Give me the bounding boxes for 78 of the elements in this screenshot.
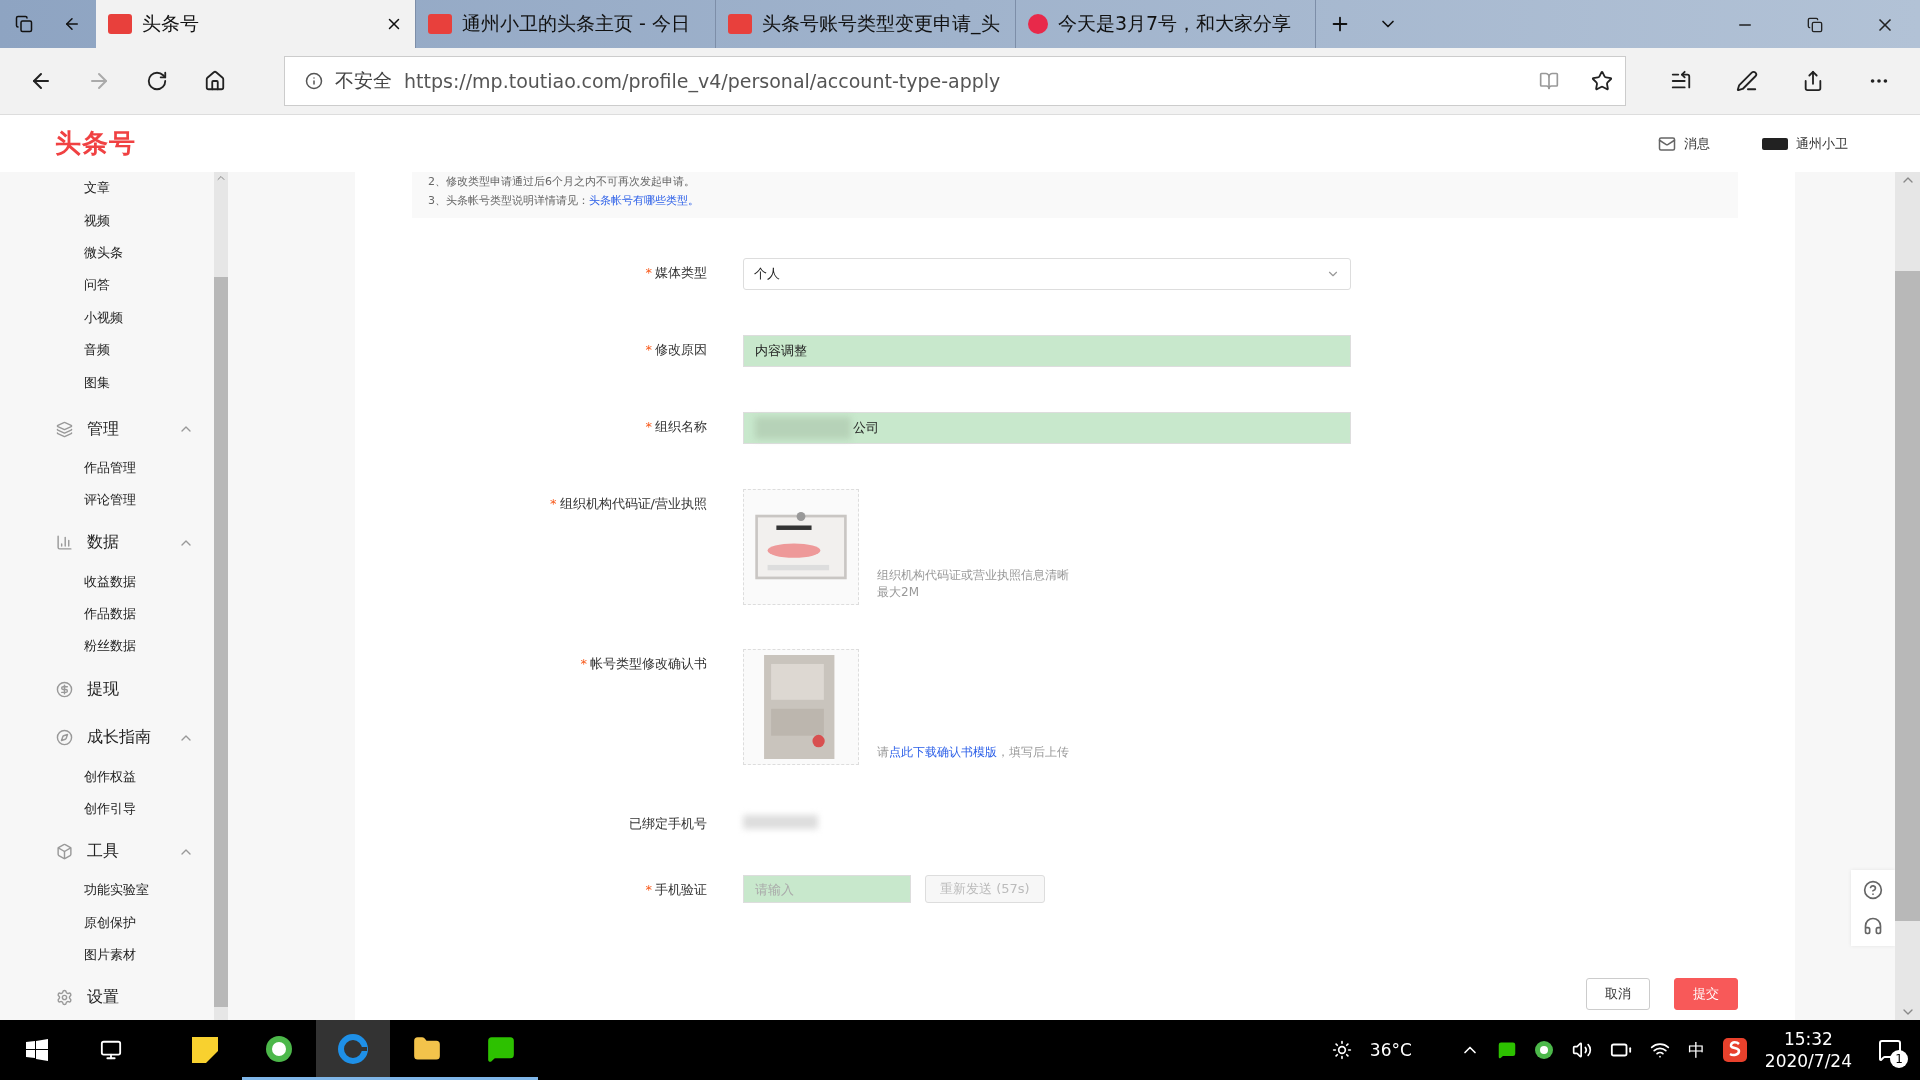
- sidebar-item[interactable]: 图片素材: [0, 938, 214, 972]
- download-link[interactable]: 点此下载确认书模版: [889, 745, 997, 759]
- mail-icon[interactable]: [1658, 134, 1676, 153]
- notice-text: 2、修改类型申请通过后6个月之内不可再次发起申请。: [428, 174, 696, 189]
- sidebar-item[interactable]: 粉丝数据: [0, 630, 214, 663]
- upload-hint: 最大2M: [877, 584, 920, 601]
- ime-indicator[interactable]: 中: [1687, 1038, 1705, 1062]
- input-method-icon[interactable]: [1722, 1038, 1747, 1062]
- browser-icon[interactable]: [1533, 1040, 1554, 1060]
- tab-favicon: [108, 14, 132, 34]
- settings-icon: [56, 989, 73, 1007]
- field-label: * 组织名称: [644, 418, 707, 436]
- field-label: * 媒体类型: [644, 264, 707, 282]
- logo: 头条号: [55, 127, 136, 160]
- volume-icon[interactable]: [1571, 1040, 1592, 1060]
- url-text: https://mp.toutiao.com/profile_v4/personal/account-type-apply: [404, 70, 1002, 92]
- group-icon: [56, 843, 73, 861]
- notice-text: 3、头条帐号类型说明详情请见：头条帐号有哪些类型。: [428, 193, 700, 208]
- brightness-icon[interactable]: [1331, 1040, 1352, 1060]
- avatar-icon: [1762, 137, 1788, 150]
- tab-favicon: [1028, 14, 1048, 34]
- sidebar-link[interactable]: 提现: [0, 666, 214, 712]
- wifi-icon[interactable]: [1649, 1040, 1670, 1060]
- sidebar-item[interactable]: 创作权益: [0, 760, 214, 793]
- sidebar-item[interactable]: 收益数据: [0, 565, 214, 598]
- sidebar-group[interactable]: 数据: [0, 520, 214, 566]
- notification-center[interactable]: 1: [1870, 1030, 1910, 1070]
- reading-view-icon[interactable]: [1539, 71, 1559, 91]
- sidebar-group[interactable]: 成长指南: [0, 715, 214, 761]
- sidebar-item[interactable]: 原创保护: [0, 906, 214, 939]
- browser-tab[interactable]: 头条号: [96, 0, 416, 48]
- sidebar-group[interactable]: 工具: [0, 829, 214, 874]
- sidebar-item[interactable]: 文章: [0, 172, 214, 205]
- field-label: * 修改原因: [644, 341, 707, 359]
- tab-favicon: [428, 14, 452, 34]
- sidebar-item[interactable]: 问答: [0, 269, 214, 302]
- field-label: * 手机验证: [644, 881, 707, 899]
- message-icon: [1878, 1038, 1902, 1062]
- text-field[interactable]: 内容调整: [743, 335, 1351, 367]
- sidebar-link[interactable]: 设置: [0, 975, 214, 1020]
- sidebar-item[interactable]: 作品管理: [0, 451, 214, 485]
- group-icon: [56, 534, 73, 552]
- sidebar-item[interactable]: 音频: [0, 334, 214, 367]
- security-label: 不安全: [335, 68, 392, 93]
- sidebar-item[interactable]: 功能实验室: [0, 874, 214, 907]
- username[interactable]: 通州小卫: [1796, 134, 1848, 153]
- messages-link[interactable]: 消息: [1684, 134, 1710, 153]
- sidebar-item[interactable]: 微头条: [0, 236, 214, 270]
- sidebar-item[interactable]: 作品数据: [0, 597, 214, 631]
- upload-hint: 请点此下载确认书模版，填写后上传: [877, 744, 1069, 761]
- sidebar-item[interactable]: 创作引导: [0, 792, 214, 826]
- media-type-select[interactable]: 个人: [743, 258, 1351, 290]
- clock[interactable]: 15:32 2020/7/24: [1764, 1027, 1852, 1073]
- field-label: * 组织机构代码证/营业执照: [549, 495, 707, 513]
- field-label: * 帐号类型修改确认书: [579, 655, 707, 673]
- sidebar-item[interactable]: 小视频: [0, 301, 214, 335]
- scrollbar[interactable]: [214, 172, 228, 1020]
- sidebar-item[interactable]: 评论管理: [0, 484, 214, 517]
- field-label: 已绑定手机号: [628, 815, 707, 833]
- weather-text: 36°C: [1369, 1040, 1412, 1060]
- headset-icon[interactable]: [1863, 916, 1883, 936]
- sidebar-item[interactable]: 图集: [0, 366, 214, 399]
- group-icon: [56, 729, 73, 747]
- account-types-link[interactable]: 头条帐号有哪些类型。: [589, 194, 699, 207]
- sidebar-item[interactable]: 视频: [0, 204, 214, 237]
- info-icon: [305, 72, 323, 90]
- scrollbar[interactable]: [1895, 172, 1920, 1020]
- tab-favicon: [728, 14, 752, 34]
- chat-icon[interactable]: [1497, 1041, 1516, 1059]
- group-icon: [56, 420, 73, 438]
- notification-badge: 1: [1890, 1050, 1908, 1068]
- cancel-button[interactable]: 取消: [1586, 978, 1650, 1010]
- text-field[interactable]: 公司: [743, 412, 1351, 444]
- help-icon[interactable]: [1863, 880, 1883, 900]
- favorite-star-icon[interactable]: [1591, 70, 1613, 92]
- sidebar-group[interactable]: 管理: [0, 406, 214, 452]
- upload-hint: 组织机构代码证或营业执照信息清晰: [877, 567, 1069, 584]
- address-bar[interactable]: 不安全 https://mp.toutiao.com/profile_v4/personal/account-type-apply: [284, 56, 1626, 106]
